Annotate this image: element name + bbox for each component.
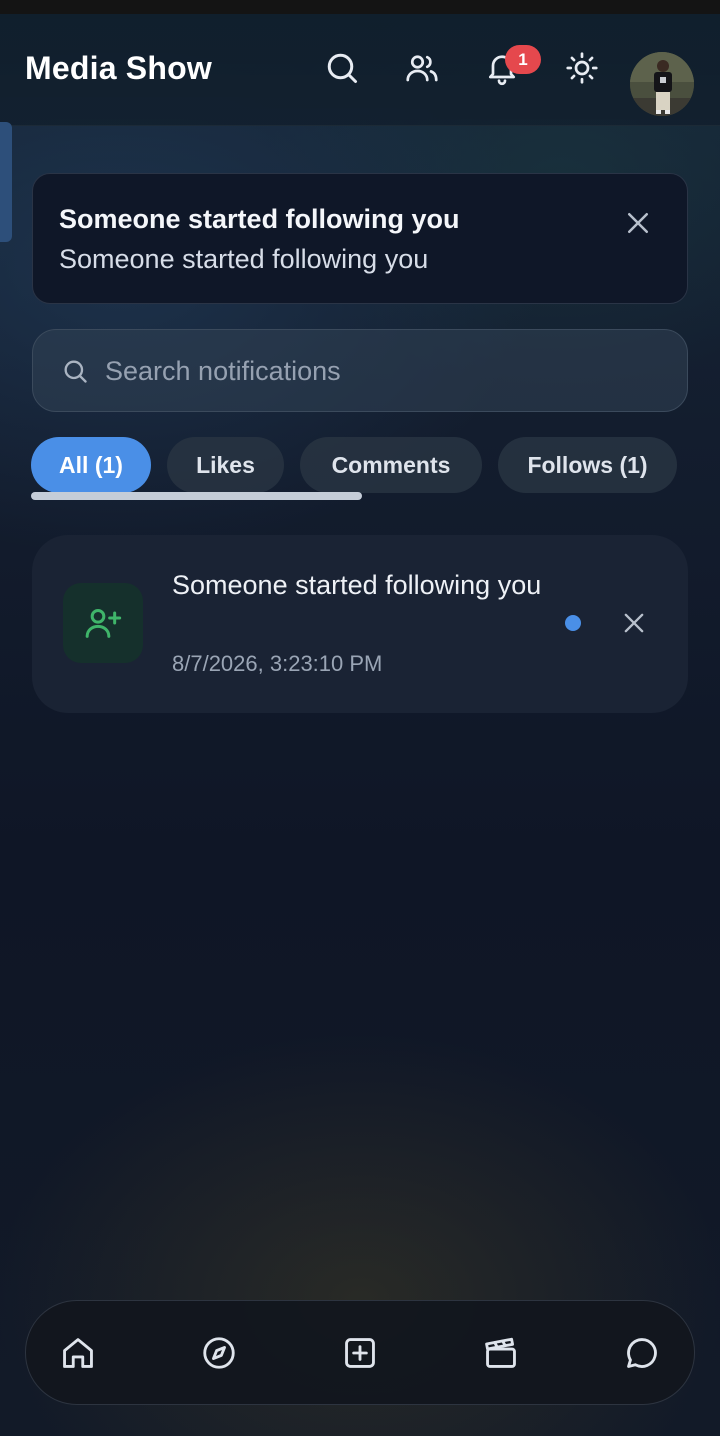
search-icon[interactable] bbox=[322, 48, 362, 88]
list-item[interactable]: Someone started following you 8/7/2026, … bbox=[32, 535, 688, 713]
side-drawer-handle[interactable] bbox=[0, 122, 12, 242]
notification-badge: 1 bbox=[505, 45, 541, 74]
create-icon[interactable] bbox=[340, 1333, 380, 1373]
search-icon bbox=[61, 357, 89, 385]
messages-icon[interactable] bbox=[622, 1333, 662, 1373]
tab-comments[interactable]: Comments bbox=[300, 437, 482, 493]
toast-title: Someone started following you bbox=[59, 204, 460, 234]
home-icon[interactable] bbox=[58, 1333, 98, 1373]
notification-time: 8/7/2026, 3:23:10 PM bbox=[172, 651, 383, 676]
friends-icon[interactable] bbox=[402, 48, 442, 88]
tab-all[interactable]: All (1) bbox=[31, 437, 151, 493]
close-icon[interactable] bbox=[620, 609, 648, 637]
tab-follows[interactable]: Follows (1) bbox=[498, 437, 677, 493]
app-header: Media Show 1 bbox=[0, 14, 720, 126]
search-input[interactable] bbox=[105, 350, 665, 392]
sun-icon[interactable] bbox=[562, 48, 602, 88]
app-title[interactable]: Media Show bbox=[25, 50, 212, 87]
bottom-navigation bbox=[25, 1300, 695, 1405]
tab-scroll-indicator[interactable] bbox=[31, 492, 362, 500]
explore-icon[interactable] bbox=[199, 1333, 239, 1373]
user-plus-icon bbox=[63, 583, 143, 663]
window-top-strip bbox=[0, 0, 720, 14]
avatar[interactable] bbox=[630, 52, 694, 116]
tab-likes[interactable]: Likes bbox=[167, 437, 284, 493]
reels-icon[interactable] bbox=[481, 1333, 521, 1373]
unread-indicator bbox=[565, 615, 581, 631]
notification-text: Someone started following you bbox=[172, 570, 542, 600]
toast-notification: Someone started following you Someone st… bbox=[32, 173, 688, 304]
close-icon[interactable] bbox=[623, 208, 653, 238]
toast-message: Someone started following you bbox=[59, 244, 429, 274]
search-bar bbox=[32, 329, 688, 412]
